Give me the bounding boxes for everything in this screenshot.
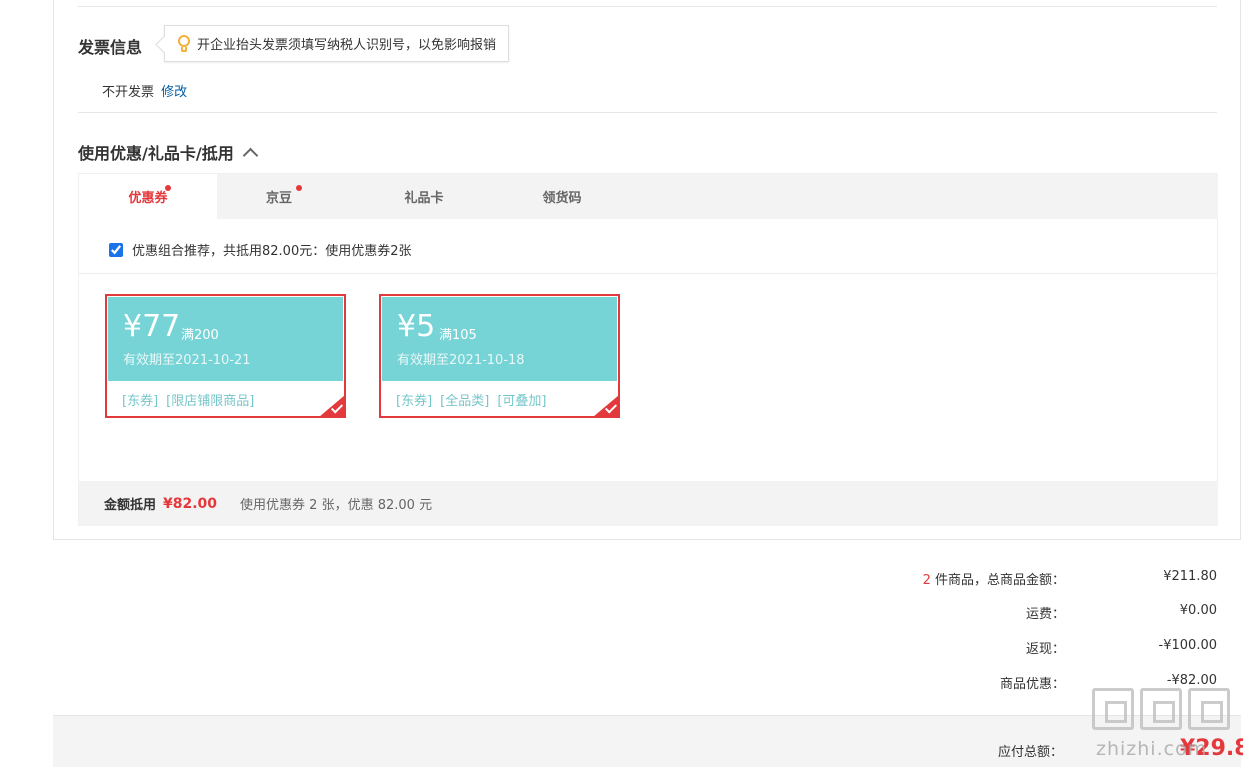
total-goods-label: 2 件商品，总商品金额： xyxy=(865,569,1065,588)
tab-label: 礼品卡 xyxy=(404,191,444,206)
coupon-card[interactable]: ¥5 满105 有效期至2021-10-18 [东券] [全品类] [可叠加] xyxy=(379,294,620,418)
coupon-tag: [限店铺限商品] xyxy=(166,394,255,409)
new-dot-icon xyxy=(165,185,171,191)
coupon-tags: [东券] [全品类] [可叠加] xyxy=(396,390,554,409)
discount-section-title: 使用优惠/礼品卡/抵用 xyxy=(78,144,234,163)
summary-label: 金额抵用 xyxy=(104,498,157,513)
divider xyxy=(79,273,1218,274)
discount-box: 优惠券 京豆 礼品卡 领货码 优惠组合推荐，共抵用82.00元：使用优惠券2张 … xyxy=(78,173,1218,526)
shipping-value: ¥0.00 xyxy=(1179,603,1217,618)
shipping-row: 运费： ¥0.00 xyxy=(865,603,1217,622)
tab-pickup-code[interactable]: 领货码 xyxy=(493,174,631,219)
divider xyxy=(78,112,1217,113)
tab-jingdou[interactable]: 京豆 xyxy=(217,174,341,219)
invoice-tip-text: 开企业抬头发票须填写纳税人识别号，以免影响报销 xyxy=(197,38,497,53)
coupon-tag: [可叠加] xyxy=(497,394,547,409)
item-count: 2 xyxy=(922,573,931,588)
recommend-combo[interactable]: 优惠组合推荐，共抵用82.00元：使用优惠券2张 xyxy=(109,240,412,259)
payable-amount: ¥29.80 xyxy=(1180,736,1243,761)
new-dot-icon xyxy=(296,185,302,191)
coupon-head: ¥5 满105 有效期至2021-10-18 xyxy=(382,297,617,381)
invoice-modify-link[interactable]: 修改 xyxy=(161,85,187,100)
discount-section-toggle[interactable]: 使用优惠/礼品卡/抵用 xyxy=(78,140,258,164)
tab-label: 领货码 xyxy=(542,191,582,206)
coupon-tag: [全品类] xyxy=(440,394,490,409)
invoice-section-title: 发票信息 xyxy=(78,38,143,57)
invoice-status: 不开发票 修改 xyxy=(102,81,187,100)
invoice-tip: 开企业抬头发票须填写纳税人识别号，以免影响报销 xyxy=(164,25,510,62)
chevron-up-icon xyxy=(242,147,258,163)
promo-row: 商品优惠： -¥82.00 xyxy=(865,673,1217,692)
total-goods-value: ¥211.80 xyxy=(1163,569,1217,584)
goods-label-text: 件商品，总商品金额： xyxy=(934,573,1065,588)
coupon-card[interactable]: ¥77 满200 有效期至2021-10-21 [东券] [限店铺限商品] xyxy=(105,294,346,418)
cashback-label: 返现： xyxy=(1025,642,1065,657)
summary-desc: 使用优惠券 2 张，优惠 82.00 元 xyxy=(240,498,433,513)
coupon-condition: 满105 xyxy=(439,328,477,343)
coupon-amount: ¥5 xyxy=(397,309,436,344)
coupon-head: ¥77 满200 有效期至2021-10-21 xyxy=(108,297,343,381)
cashback-value: -¥100.00 xyxy=(1158,638,1217,653)
discount-summary: 金额抵用 ¥82.00 使用优惠券 2 张，优惠 82.00 元 xyxy=(79,481,1218,526)
coupon-validity: 有效期至2021-10-21 xyxy=(123,353,251,368)
recommend-text: 优惠组合推荐，共抵用82.00元：使用优惠券2张 xyxy=(132,244,412,259)
payable-bar: 应付总额： ¥29.80 xyxy=(53,715,1243,767)
cashback-row: 返现： -¥100.00 xyxy=(865,638,1217,657)
summary-amount: ¥82.00 xyxy=(163,495,218,512)
promo-label: 商品优惠： xyxy=(999,677,1065,692)
coupon-tag: [东券] xyxy=(122,394,159,409)
shipping-label: 运费： xyxy=(1025,607,1065,622)
total-goods-row: 2 件商品，总商品金额： ¥211.80 xyxy=(865,569,1217,588)
coupon-amount: ¥77 xyxy=(123,309,181,344)
tab-coupons[interactable]: 优惠券 xyxy=(79,174,217,219)
discount-tabs: 优惠券 京豆 礼品卡 领货码 xyxy=(79,174,1218,219)
tab-label: 优惠券 xyxy=(128,191,168,206)
coupon-tag: [东券] xyxy=(396,394,433,409)
recommend-checkbox[interactable] xyxy=(109,242,123,257)
tab-label: 京豆 xyxy=(265,191,292,206)
coupon-tags: [东券] [限店铺限商品] xyxy=(122,390,262,409)
payable-label: 应付总额： xyxy=(998,745,1064,760)
coupon-condition: 满200 xyxy=(181,328,219,343)
coupon-validity: 有效期至2021-10-18 xyxy=(397,353,525,368)
promo-value: -¥82.00 xyxy=(1166,673,1217,688)
invoice-status-text: 不开发票 xyxy=(102,85,155,100)
tab-gift-card[interactable]: 礼品卡 xyxy=(355,174,493,219)
divider xyxy=(78,6,1217,7)
lightbulb-icon xyxy=(177,34,191,53)
